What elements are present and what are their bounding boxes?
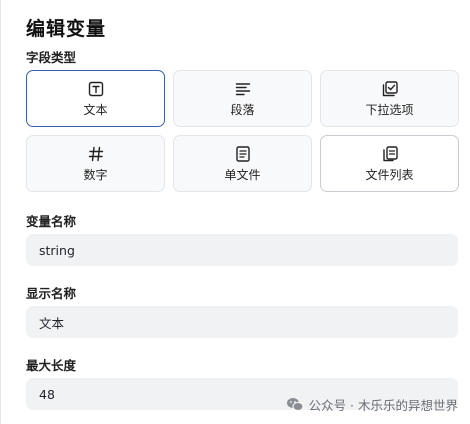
field-type-number-label: 数字 bbox=[83, 167, 108, 182]
max-length-label: 最大长度 bbox=[26, 358, 77, 373]
field-type-select-label: 下拉选项 bbox=[365, 102, 414, 117]
field-type-file-option[interactable]: 单文件 bbox=[173, 135, 312, 192]
field-type-text-label: 文本 bbox=[83, 102, 108, 117]
display-name-label: 显示名称 bbox=[26, 286, 77, 301]
paragraph-icon bbox=[235, 82, 250, 95]
select-checkbox-icon bbox=[382, 80, 398, 96]
field-type-select-option[interactable]: 下拉选项 bbox=[320, 70, 459, 127]
field-type-file-label: 单文件 bbox=[224, 167, 261, 182]
field-type-file-list-option[interactable]: 文件列表 bbox=[320, 135, 459, 192]
display-name-input[interactable] bbox=[26, 306, 458, 338]
watermark-text: 公众号 · 木乐乐的异想世界 bbox=[308, 398, 458, 413]
file-list-icon bbox=[382, 145, 398, 161]
hash-icon bbox=[88, 146, 103, 161]
field-type-paragraph-label: 段落 bbox=[230, 102, 255, 117]
watermark: 公众号 · 木乐乐的异想世界 bbox=[286, 395, 458, 414]
field-type-file-list-label: 文件列表 bbox=[365, 167, 414, 182]
field-type-text-option[interactable]: 文本 bbox=[26, 70, 165, 127]
variable-name-input[interactable] bbox=[26, 234, 458, 266]
wechat-icon bbox=[286, 398, 304, 411]
edit-variable-panel: 编辑变量 字段类型 文本 段落 下拉选项 数字 单文件 文件列表 变量名称 st… bbox=[0, 0, 470, 424]
field-type-label: 字段类型 bbox=[26, 50, 77, 65]
field-type-grid: 文本 段落 下拉选项 数字 单文件 文件列表 bbox=[26, 70, 459, 192]
field-type-number-option[interactable]: 数字 bbox=[26, 135, 165, 192]
text-type-icon bbox=[88, 81, 103, 96]
field-type-paragraph-option[interactable]: 段落 bbox=[173, 70, 312, 127]
file-icon bbox=[235, 145, 250, 162]
dialog-title: 编辑变量 bbox=[26, 18, 107, 40]
variable-name-label: 变量名称 bbox=[26, 214, 77, 229]
